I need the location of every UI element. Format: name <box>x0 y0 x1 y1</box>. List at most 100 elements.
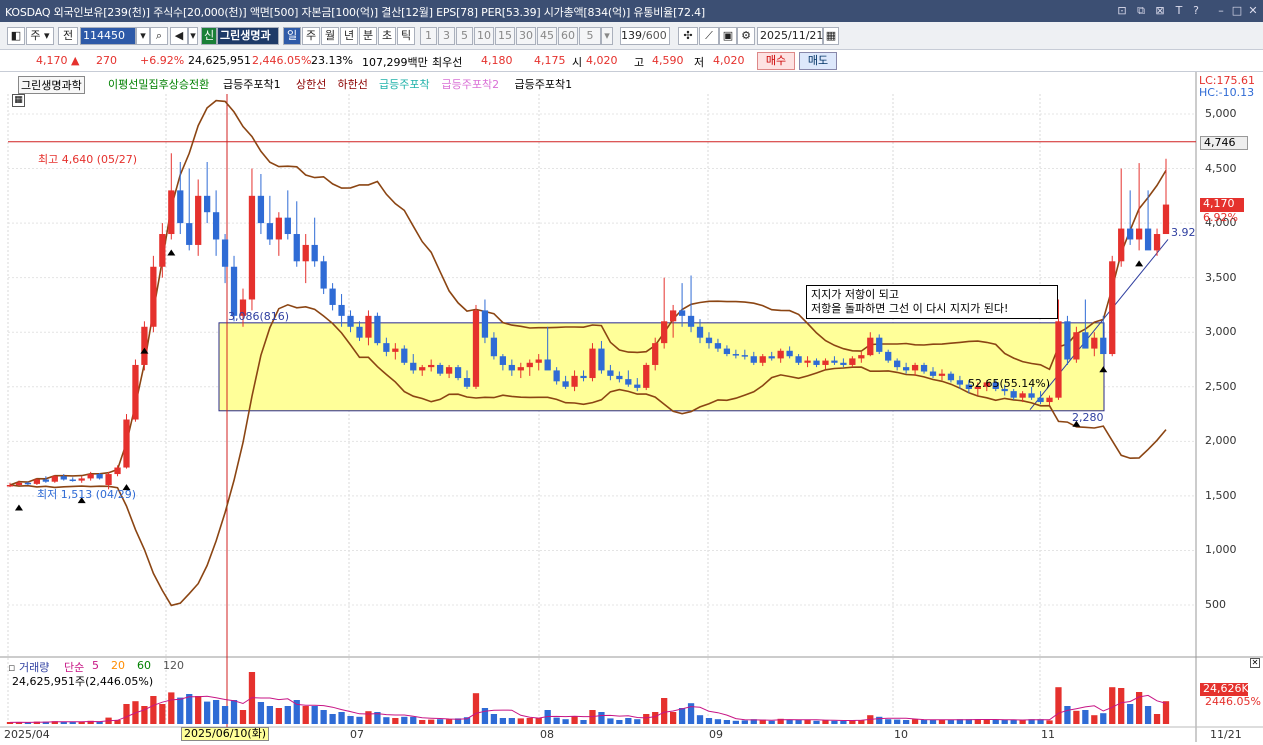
current-pct-label: 6.92% <box>1203 211 1238 224</box>
close-icon[interactable]: ✕ <box>1246 3 1260 18</box>
legend-item[interactable]: 급등주포착1 <box>223 76 281 92</box>
volume-bar <box>356 716 363 724</box>
volume-bar <box>696 715 704 724</box>
save-icon[interactable]: ▣ <box>719 27 737 45</box>
count-total: /600 <box>642 29 667 42</box>
buy-button[interactable]: 매수 <box>757 52 795 70</box>
code-input[interactable]: 114450 <box>80 27 136 45</box>
legend-item[interactable]: 이평선밀집후상승전환 <box>108 76 209 92</box>
gear-icon[interactable]: ⚙ <box>737 27 755 45</box>
up-arrow-icon: ▲ <box>71 54 80 67</box>
volume-bar <box>428 719 435 724</box>
volume-bar <box>230 700 238 724</box>
volume-bar <box>347 716 354 724</box>
draw-icon[interactable]: ⟋ <box>699 27 719 45</box>
legend-item[interactable]: 하한선 <box>338 76 368 92</box>
volume-bar <box>723 720 731 724</box>
price-tick-label: 3,000 <box>1205 325 1237 339</box>
count-input[interactable]: 139/600 <box>620 27 670 45</box>
minute-button[interactable]: 3 <box>438 27 455 45</box>
chart-area[interactable]: 그린생명과학 이평선밀집후상승전환 급등주포착1 상한선 하한선 급등주포착 급등주포착2… <box>0 72 1263 742</box>
speaker-dropdown-icon[interactable]: ▾ <box>188 27 198 45</box>
close-panel-icon[interactable]: ✕ <box>1250 658 1260 668</box>
low-annotation: 최저 1,513 (04/29) <box>37 488 137 501</box>
volume-bar <box>920 720 928 724</box>
interval-button[interactable]: 년 <box>340 27 358 45</box>
stock-name[interactable]: 그린생명과 <box>217 27 279 45</box>
ma-label: 20 <box>111 659 125 672</box>
text-icon[interactable]: T <box>1172 3 1186 18</box>
interval-button[interactable]: 분 <box>359 27 377 45</box>
minute-button[interactable]: 15 <box>495 27 515 45</box>
minute-button[interactable]: 5 <box>456 27 473 45</box>
bid: 4,175 <box>534 54 566 67</box>
date-input[interactable]: 2025/11/21 <box>757 27 823 45</box>
legend-stock-name[interactable]: 그린생명과학 <box>18 76 85 94</box>
volume-bar <box>714 719 722 724</box>
legend-item[interactable]: 급등주포착 <box>379 76 430 92</box>
candle <box>454 364 462 381</box>
interval-button[interactable]: 월 <box>321 27 339 45</box>
custom-minute-input[interactable]: 5 <box>579 27 601 45</box>
date-tick-label: 10 <box>894 728 908 741</box>
minute-button[interactable]: 45 <box>537 27 557 45</box>
price-tick-label: 1,500 <box>1205 488 1237 502</box>
calendar-icon[interactable]: ▦ <box>823 27 839 45</box>
volume-bar <box>732 720 739 724</box>
volume-bar <box>437 719 444 724</box>
hc-label: HC:-10.13 <box>1199 86 1255 99</box>
volume-bar <box>661 698 668 724</box>
volume-bar <box>1082 710 1089 724</box>
layout-icon[interactable]: ◧ <box>7 27 25 45</box>
volume-bar <box>1019 720 1026 724</box>
candle <box>123 414 130 469</box>
lock-icon[interactable]: ⊠ <box>1153 3 1167 18</box>
volume-bar <box>284 706 291 724</box>
volume-bar <box>401 716 408 724</box>
volume-bar <box>938 720 946 724</box>
crosshair-icon[interactable]: ✣ <box>678 27 698 45</box>
interval-button[interactable]: 틱 <box>397 27 415 45</box>
link-icon[interactable]: ⊡ <box>1115 3 1129 18</box>
volume-bar <box>983 720 990 724</box>
sell-button[interactable]: 매도 <box>799 52 837 70</box>
volume-axis-pct: 2446.05% <box>1205 695 1261 708</box>
restore-icon[interactable]: □ <box>1230 3 1244 18</box>
interval-button[interactable]: 일 <box>283 27 301 45</box>
note-line-2: 저항을 돌파하면 그선 이 다시 지지가 된다! <box>811 302 1009 315</box>
volume-bar <box>1153 714 1161 724</box>
speaker-icon[interactable]: ◀ <box>170 27 188 45</box>
candle <box>1064 315 1071 365</box>
copy-icon[interactable]: ⧉ <box>1134 3 1148 18</box>
window-title: KOSDAQ 외국인보유[239(천)] 주식수[20,000(천)] 액면[5… <box>5 6 705 19</box>
volume-bar <box>598 712 605 724</box>
dropdown-icon[interactable]: ▾ <box>136 27 150 45</box>
interval-button[interactable]: 초 <box>378 27 396 45</box>
interval-button[interactable]: 주 <box>302 27 320 45</box>
volume-bar <box>383 717 390 724</box>
grid-icon[interactable]: ▦ <box>12 94 25 107</box>
minute-button[interactable]: 60 <box>558 27 578 45</box>
level-annotation: 3,086(816) <box>228 310 290 323</box>
note-line-1: 지지가 저항이 되고 <box>811 288 899 301</box>
volume-bar <box>266 706 274 724</box>
all-button[interactable]: 전 <box>58 27 78 45</box>
price-tick-label: 2,500 <box>1205 379 1237 393</box>
legend-item[interactable]: 급등주포착1 <box>515 76 573 92</box>
period-select[interactable]: 주 ▾ <box>26 27 54 45</box>
custom-minute-dropdown-icon[interactable]: ▾ <box>601 27 613 45</box>
legend-item[interactable]: 상한선 <box>296 76 326 92</box>
price-tick-label: 5,000 <box>1205 107 1237 120</box>
minimize-icon[interactable]: – <box>1214 3 1228 18</box>
minute-button[interactable]: 1 <box>420 27 437 45</box>
change-pct: +6.92% <box>140 54 185 67</box>
candlestick-chart[interactable] <box>0 72 1263 742</box>
volume-bar <box>678 708 686 724</box>
volume-bar <box>338 712 345 724</box>
help-icon[interactable]: ? <box>1189 3 1203 18</box>
legend-item[interactable]: 급등주포착2 <box>442 76 500 92</box>
volume-bar <box>786 719 793 724</box>
minute-button[interactable]: 30 <box>516 27 536 45</box>
search-icon[interactable]: ⌕ <box>150 27 168 45</box>
minute-button[interactable]: 10 <box>474 27 494 45</box>
